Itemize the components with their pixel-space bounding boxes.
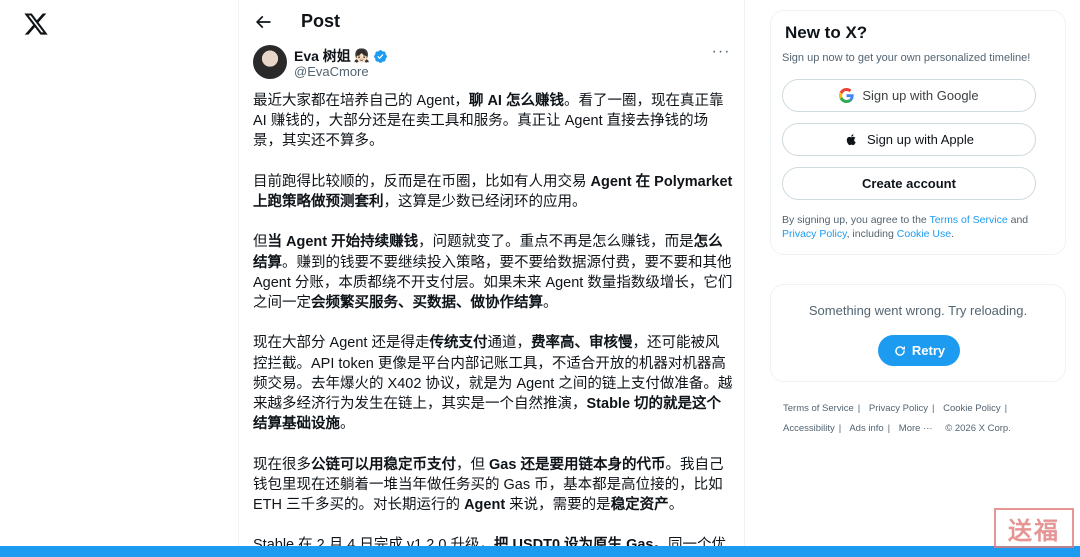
post-text-bold: 稳定资产 bbox=[610, 497, 669, 513]
post-paragraph: 现在很多公链可以用稳定币支付，但 Gas 还是要用链本身的代币。我自己钱包里现在… bbox=[253, 455, 733, 516]
watermark-stamp: 送福 bbox=[994, 508, 1074, 548]
google-icon bbox=[839, 88, 854, 103]
footer: Terms of Service | Privacy Policy | Cookie… bbox=[783, 399, 1053, 439]
apple-signup-label: Sign up with Apple bbox=[867, 132, 974, 147]
terms-of-service-link[interactable]: Terms of Service bbox=[930, 214, 1008, 226]
post-text-run: ，问题就变了。重点不再是怎么赚钱，而是 bbox=[418, 234, 694, 251]
post-text-bold: 公链可以用稳定币支付 bbox=[311, 456, 456, 473]
post-text-run: 通道， bbox=[487, 335, 531, 352]
post-author: Eva 树姐 👧🏻 @EvaCmore ··· bbox=[253, 44, 733, 81]
create-account-label: Create account bbox=[862, 176, 956, 191]
error-message: Something went wrong. Try reloading. bbox=[808, 303, 1028, 318]
error-card: Something went wrong. Try reloading. Ret… bbox=[770, 284, 1066, 382]
author-name-row: Eva 树姐 👧🏻 bbox=[294, 46, 388, 66]
footer-spacer bbox=[937, 423, 940, 434]
bottom-signup-bar bbox=[0, 546, 1080, 557]
footer-privacy-link[interactable]: Privacy Policy bbox=[869, 403, 928, 414]
footer-separator: | bbox=[931, 403, 935, 414]
post-text-run: 现在很多 bbox=[253, 456, 311, 473]
create-account-button[interactable]: Create account bbox=[782, 167, 1036, 200]
post-text-run: 目前跑得比较顺的，反而是在币圈，比如有人用交易 bbox=[253, 173, 591, 190]
refresh-icon bbox=[895, 345, 905, 356]
footer-separator: | bbox=[1004, 403, 1008, 414]
post-text-bold: 传统支付 bbox=[429, 335, 488, 352]
post-text-bold: 聊 AI 怎么赚钱 bbox=[468, 93, 564, 109]
post-text-run: 现在大部分 Agent 还是得走 bbox=[253, 335, 430, 352]
footer-copyright: © 2026 X Corp. bbox=[945, 423, 1011, 434]
post-paragraph: 但当 Agent 开始持续赚钱，问题就变了。重点不再是怎么赚钱，而是怎么结算。赚… bbox=[253, 232, 733, 313]
post-text-run: ，但 bbox=[456, 456, 490, 473]
post-paragraph: 最近大家都在培养自己的 Agent，聊 AI 怎么赚钱。看了一圈，现在真正靠 A… bbox=[253, 91, 733, 152]
post-header: Post bbox=[239, 0, 744, 44]
post-text-run: 但 bbox=[253, 234, 268, 251]
post-text-bold: Agent bbox=[464, 497, 506, 513]
right-sidebar: New to X? Sign up now to get your own pe… bbox=[770, 10, 1066, 434]
terms-and: and bbox=[1007, 214, 1029, 226]
retry-label: Retry bbox=[911, 343, 946, 358]
post-paragraph: 现在大部分 Agent 还是得走传统支付通道，费率高、审核慢，还可能被风控拦截。… bbox=[253, 333, 733, 434]
verified-badge-icon[interactable] bbox=[373, 49, 388, 64]
signup-card: New to X? Sign up now to get your own pe… bbox=[770, 10, 1066, 255]
x-logo-icon[interactable] bbox=[23, 11, 49, 37]
author-handle[interactable]: @EvaCmore bbox=[294, 64, 369, 79]
post-text-bold: 会频繁买服务、买数据、做协作结算 bbox=[311, 295, 543, 311]
terms-end: . bbox=[951, 227, 954, 240]
post-text-run: ，这算是少数已经闭环的应用。 bbox=[383, 194, 587, 210]
post-paragraph: 目前跑得比较顺的，反而是在币圈，比如有人用交易 Agent 在 Polymark… bbox=[253, 172, 733, 212]
footer-accessibility-link[interactable]: Accessibility bbox=[783, 423, 835, 434]
footer-terms-link[interactable]: Terms of Service bbox=[783, 403, 854, 414]
post-text: 最近大家都在培养自己的 Agent，聊 AI 怎么赚钱。看了一圈，现在真正靠 A… bbox=[253, 91, 733, 557]
google-signup-button[interactable]: Sign up with Google bbox=[782, 79, 1036, 112]
more-options-icon[interactable]: ··· bbox=[709, 44, 733, 65]
signup-subtitle: Sign up now to get your own personalized… bbox=[782, 52, 1031, 64]
post-column: Post Eva 树姐 👧🏻 @EvaCmore ··· 最近大家都在培养自己的… bbox=[238, 0, 745, 557]
terms-including: , including bbox=[846, 227, 897, 240]
footer-ads-info-link[interactable]: Ads info bbox=[849, 423, 883, 434]
signup-terms: By signing up, you agree to the Terms of… bbox=[782, 214, 1057, 241]
post-text-bold: 当 Agent 开始持续赚钱 bbox=[267, 234, 419, 251]
privacy-policy-link[interactable]: Privacy Policy bbox=[782, 228, 847, 240]
post-text-bold: 费率高、审核慢 bbox=[530, 335, 633, 352]
footer-separator: | bbox=[887, 423, 891, 434]
footer-more-link[interactable]: More ··· bbox=[899, 423, 933, 434]
footer-separator: | bbox=[838, 423, 842, 434]
author-name[interactable]: Eva 树姐 bbox=[294, 46, 351, 66]
terms-prefix: By signing up, you agree to the bbox=[782, 214, 930, 226]
post-text-bold: Gas 还是要用链本身的代币 bbox=[489, 456, 666, 473]
post-text-run: 最近大家都在培养自己的 Agent， bbox=[253, 93, 469, 109]
apple-signup-button[interactable]: Sign up with Apple bbox=[782, 123, 1036, 156]
post-text-run: 来说，需要的是 bbox=[505, 497, 611, 513]
left-nav bbox=[0, 0, 238, 557]
google-signup-label: Sign up with Google bbox=[862, 88, 979, 103]
signup-title: New to X? bbox=[785, 23, 868, 42]
post-text-run: 。 bbox=[543, 295, 558, 311]
post-text-run: 。 bbox=[668, 497, 684, 513]
cookie-use-link[interactable]: Cookie Use bbox=[897, 228, 951, 240]
avatar[interactable] bbox=[253, 45, 287, 79]
page-title: Post bbox=[301, 11, 341, 31]
retry-button[interactable]: Retry bbox=[878, 335, 960, 366]
post-text-run: 。 bbox=[340, 416, 355, 433]
footer-separator: | bbox=[857, 403, 861, 414]
author-emoji: 👧🏻 bbox=[353, 48, 370, 63]
apple-icon bbox=[846, 134, 856, 146]
footer-cookie-link[interactable]: Cookie Policy bbox=[943, 403, 1001, 414]
back-arrow-icon[interactable] bbox=[253, 12, 273, 32]
